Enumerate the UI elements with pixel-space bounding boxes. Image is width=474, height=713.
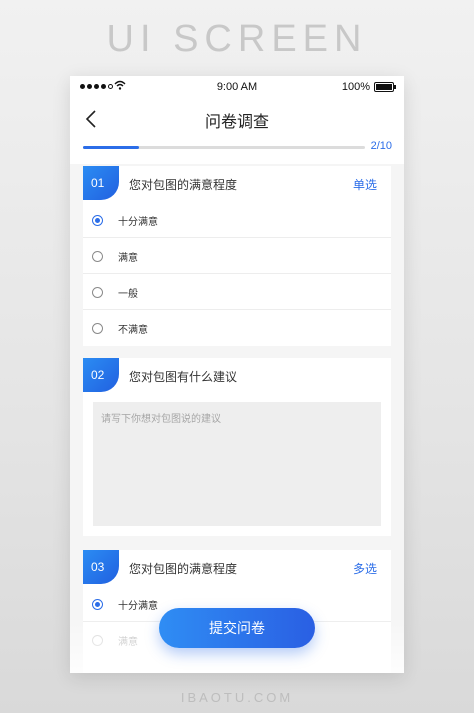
option-label: 满意: [118, 637, 138, 648]
option-label: 十分满意: [118, 601, 158, 612]
battery-percentage: 100%: [341, 81, 370, 93]
question-number-badge: 01: [83, 166, 119, 200]
question-type-label: 多选: [352, 562, 377, 576]
radio-unchecked-icon[interactable]: [92, 287, 103, 298]
option-label: 十分满意: [118, 217, 158, 228]
radio-checked-icon[interactable]: [92, 215, 103, 226]
option-item[interactable]: 不满意: [83, 310, 391, 346]
question-card-1: 01 您对包图的满意程度 单选 十分满意 满意 一般 不满意: [83, 166, 391, 346]
page-title: 问卷调查: [204, 112, 269, 131]
option-item[interactable]: 满意: [83, 238, 391, 274]
submit-survey-button[interactable]: 提交问卷: [159, 608, 315, 648]
nav-bar: 问卷调查: [70, 98, 404, 140]
question-title: 您对包图的满意程度: [129, 178, 238, 192]
status-bar: 9:00 AM 100%: [70, 76, 404, 98]
question-title: 您对包图的满意程度: [129, 562, 238, 576]
suggestion-textarea[interactable]: [93, 402, 381, 526]
option-list: 十分满意 满意 一般 不满意: [83, 202, 391, 346]
question-number-badge: 03: [83, 550, 119, 584]
question-card-2: 02 您对包图有什么建议: [83, 358, 391, 536]
option-label: 满意: [118, 253, 138, 264]
question-number-badge: 02: [83, 358, 119, 392]
poster-title: UI SCREEN: [106, 18, 368, 60]
option-item[interactable]: 十分满意: [83, 202, 391, 238]
progress-section: 2/10: [70, 140, 404, 164]
question-title: 您对包图有什么建议: [129, 370, 238, 384]
option-label: 一般: [118, 289, 138, 300]
radio-checked-icon[interactable]: [92, 599, 103, 610]
phone-screen: 9:00 AM 100% 问卷调查 2/10 01 您对包图的满意程度 单选 十…: [70, 76, 404, 673]
radio-unchecked-icon[interactable]: [92, 635, 103, 646]
battery-icon: [374, 82, 396, 92]
radio-unchecked-icon[interactable]: [92, 323, 103, 334]
option-item[interactable]: 一般: [83, 274, 391, 310]
progress-counter: 2/10: [370, 140, 392, 152]
radio-unchecked-icon[interactable]: [92, 251, 103, 262]
question-type-label: 单选: [352, 178, 377, 192]
poster-footer: IBAOTU.COM: [180, 690, 294, 705]
option-label: 不满意: [118, 325, 148, 336]
progress-fill: [83, 146, 140, 149]
progress-bar: [83, 146, 365, 149]
